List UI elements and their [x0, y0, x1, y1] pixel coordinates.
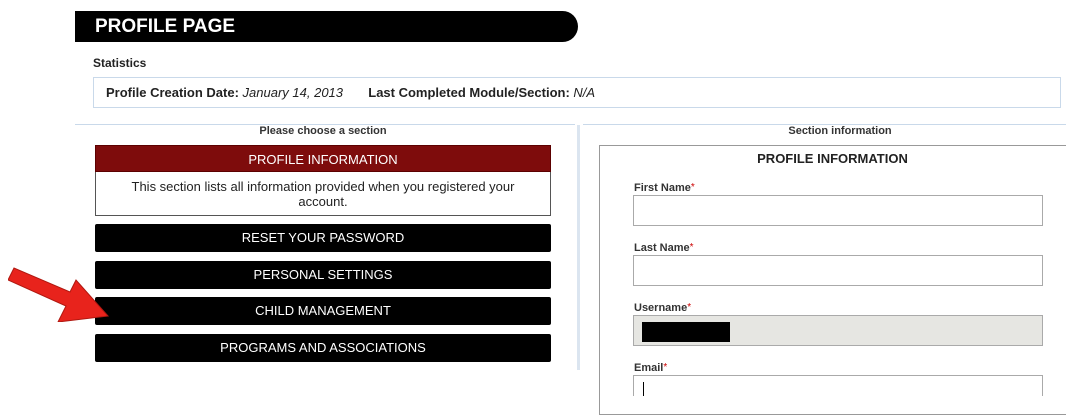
email-label: Email*	[634, 362, 667, 374]
creation-date-value: January 14, 2013	[242, 85, 344, 100]
required-mark: *	[689, 242, 694, 253]
username-label-text: Username	[634, 302, 688, 314]
column-separator	[577, 125, 580, 370]
creation-date-label: Profile Creation Date:	[106, 85, 239, 100]
section-profile-information[interactable]: PROFILE INFORMATION	[95, 145, 551, 172]
email-input[interactable]	[633, 375, 1043, 396]
required-mark: *	[687, 302, 692, 313]
left-column-title: Please choose a section	[259, 125, 387, 137]
section-description: This section lists all information provi…	[95, 172, 551, 216]
form-title: PROFILE INFORMATION	[757, 151, 908, 166]
first-name-input[interactable]	[633, 195, 1043, 226]
statistics-box: Profile Creation Date: January 14, 2013 …	[93, 77, 1061, 108]
section-programs-associations[interactable]: PROGRAMS AND ASSOCIATIONS	[95, 334, 551, 362]
section-reset-password[interactable]: RESET YOUR PASSWORD	[95, 224, 551, 252]
last-name-label-text: Last Name	[634, 242, 690, 254]
right-column-title: Section information	[788, 125, 892, 137]
last-name-input[interactable]	[633, 255, 1043, 286]
username-label: Username*	[634, 302, 691, 314]
page-title: PROFILE PAGE	[75, 11, 578, 42]
required-mark: *	[690, 182, 695, 193]
first-name-label-text: First Name	[634, 182, 691, 194]
section-child-management[interactable]: CHILD MANAGEMENT	[95, 297, 551, 325]
last-module-label: Last Completed Module/Section:	[368, 85, 570, 100]
email-label-text: Email	[634, 362, 664, 374]
text-caret	[643, 382, 644, 396]
required-mark: *	[663, 362, 668, 373]
first-name-label: First Name*	[634, 182, 695, 194]
redacted-username	[642, 322, 730, 342]
statistics-heading: Statistics	[93, 56, 147, 70]
red-arrow-icon	[8, 267, 110, 322]
last-name-label: Last Name*	[634, 242, 694, 254]
last-module-value: N/A	[573, 85, 596, 100]
section-personal-settings[interactable]: PERSONAL SETTINGS	[95, 261, 551, 289]
